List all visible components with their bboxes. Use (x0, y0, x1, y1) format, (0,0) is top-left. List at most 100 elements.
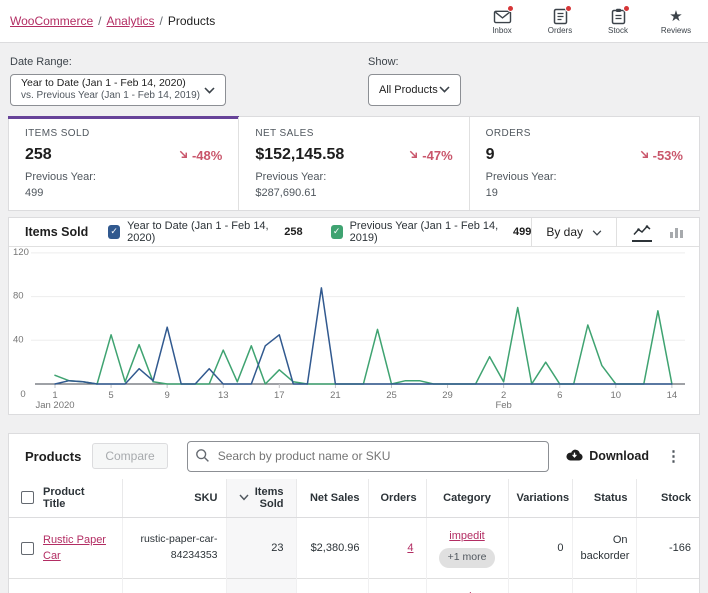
legend-item-previous[interactable]: ✓ Previous Year (Jan 1 - Feb 14, 2019) 499 (330, 219, 532, 244)
card-previous-year: Previous Year: $287,690.61 (255, 170, 452, 202)
column-header-variations[interactable]: Variations (507, 478, 572, 518)
chart-panel: Items Sold ✓ Year to Date (Jan 1 - Feb 14… (8, 216, 700, 415)
products-header: Products Compare Download ⋮ (9, 434, 699, 479)
breadcrumb-item-woocommerce[interactable]: WooCommerce (10, 14, 93, 28)
bar-chart-icon[interactable] (669, 222, 684, 242)
svg-text:21: 21 (330, 390, 341, 401)
svg-text:17: 17 (274, 390, 285, 401)
product-title-cell: Mediocre Cotton Table (9, 578, 122, 593)
card-prev-label: Previous Year: (25, 171, 96, 183)
top-bar: WooCommerce / Analytics / Products Inbox Orde… (0, 0, 708, 43)
checkbox-checked-icon: ✓ (330, 224, 343, 239)
breadcrumb-separator: / (98, 14, 102, 28)
chevron-down-icon (204, 81, 215, 99)
show-select[interactable]: All Products (368, 74, 461, 106)
stock-cell: -166 (635, 516, 699, 579)
card-label: NET SALES (255, 128, 314, 139)
column-header-category[interactable]: Category (425, 478, 508, 518)
column-header-net-sales[interactable]: Net Sales (295, 478, 368, 518)
column-header-stock[interactable]: Stock (635, 478, 699, 518)
date-range-select[interactable]: Year to Date (Jan 1 - Feb 14, 2020) vs. … (10, 74, 226, 106)
show-filter: Show: All Products (368, 56, 461, 106)
interval-select[interactable]: By day (531, 217, 616, 246)
column-header-label: Items Sold (254, 485, 284, 510)
chevron-down-icon (439, 84, 450, 96)
category-link[interactable]: impedit (449, 530, 484, 542)
card-prev-value: $287,690.61 (255, 186, 317, 199)
date-range-compare: vs. Previous Year (Jan 1 - Feb 14, 2019) (21, 90, 200, 102)
card-prev-label: Previous Year: (485, 171, 557, 183)
card-delta: -48% (178, 148, 222, 163)
trend-down-icon (178, 148, 189, 163)
summary-cards: ITEMS SOLD 258 -48% Previous Year: 499 NET SA… (7, 116, 700, 211)
summary-card-net-sales[interactable]: NET SALES $152,145.58 -47% Previous Year: $2… (238, 117, 468, 210)
select-all-checkbox[interactable] (21, 491, 34, 505)
table-row: Rustic Paper Car rustic-paper-car-8423435… (9, 516, 699, 579)
svg-text:Jan 2020: Jan 2020 (35, 400, 74, 411)
table-menu-icon[interactable]: ⋮ (660, 447, 687, 465)
compare-button[interactable]: Compare (92, 443, 168, 470)
sorted-header-cell: Items Sold (238, 485, 284, 510)
activity-orders[interactable]: Orders (540, 5, 580, 35)
activity-reviews[interactable]: ★ Reviews (656, 7, 696, 36)
table-body: Rustic Paper Car rustic-paper-car-8423435… (9, 516, 699, 593)
column-header-orders[interactable]: Orders (367, 478, 426, 518)
product-title-cell: Rustic Paper Car (9, 516, 122, 579)
search-input[interactable] (186, 440, 550, 472)
stock-icon (608, 5, 630, 25)
items-sold-cell: 23 (225, 516, 296, 579)
legend-label: Previous Year (Jan 1 - Feb 14, 2019) (349, 219, 499, 244)
card-value-row: $152,145.58 -47% (255, 146, 452, 164)
items-sold-chart: 40801200 1Jan 20205 9 13 17 21 25 29 2Feb6 10 14 (13, 247, 685, 411)
column-header-items-sold[interactable]: Items Sold (225, 478, 296, 518)
legend-label: Year to Date (Jan 1 - Feb 14, 2020) (127, 219, 269, 244)
header-title-cell: Product Title (21, 486, 110, 510)
card-prev-value: 19 (485, 186, 498, 199)
summary-card-orders[interactable]: ORDERS 9 -53% Previous Year: 19 (468, 117, 699, 210)
stock-cell: N/A (635, 578, 699, 593)
activity-stock[interactable]: Stock (598, 5, 638, 35)
unread-badge (623, 5, 630, 12)
products-table: Product Title SKU Items Sold Net Sales Order… (9, 478, 699, 593)
reviews-icon: ★ (669, 7, 683, 25)
svg-text:120: 120 (13, 247, 29, 258)
card-prev-value: 499 (25, 186, 44, 199)
product-search (186, 440, 550, 472)
category-more-badge[interactable]: +1 more (438, 548, 496, 569)
svg-text:13: 13 (218, 390, 229, 401)
summary-card-items-sold[interactable]: ITEMS SOLD 258 -48% Previous Year: 499 (7, 116, 240, 210)
show-value: All Products (379, 84, 438, 96)
net-sales-cell: $2,380.96 (295, 516, 368, 579)
card-delta-value: -53% (652, 147, 683, 163)
breadcrumb-item-analytics[interactable]: Analytics (106, 14, 154, 28)
download-icon (566, 449, 583, 464)
svg-text:Feb: Feb (495, 400, 511, 411)
unread-badge (507, 5, 514, 12)
net-sales-cell: $20,823.39 (295, 578, 368, 593)
legend-value: 499 (512, 225, 532, 238)
legend-item-current[interactable]: ✓ Year to Date (Jan 1 - Feb 14, 2020) 258 (108, 219, 303, 244)
column-header-status[interactable]: Status (571, 478, 636, 518)
column-header-sku[interactable]: SKU (121, 478, 226, 518)
show-label: Show: (368, 56, 399, 68)
row-checkbox[interactable] (21, 541, 34, 555)
svg-text:40: 40 (13, 334, 24, 345)
line-chart-icon[interactable] (632, 221, 652, 243)
date-range-filter: Date Range: Year to Date (Jan 1 - Feb 14… (10, 56, 226, 106)
svg-text:80: 80 (13, 290, 24, 301)
products-title: Products (25, 448, 82, 464)
activity-inbox[interactable]: Inbox (482, 5, 522, 35)
download-button[interactable]: Download (566, 449, 649, 464)
chart-header: Items Sold ✓ Year to Date (Jan 1 - Feb 14… (9, 217, 699, 247)
orders-cell: 4 (367, 516, 426, 579)
activity-label: Inbox (492, 26, 512, 35)
card-delta-value: -48% (191, 147, 223, 163)
column-header-product-title[interactable]: Product Title (9, 478, 122, 518)
product-link[interactable]: Rustic Paper Car (43, 532, 110, 565)
filters-row: Date Range: Year to Date (Jan 1 - Feb 14… (0, 43, 708, 116)
svg-text:25: 25 (386, 390, 397, 401)
breadcrumb: WooCommerce / Analytics / Products (10, 14, 215, 28)
orders-link[interactable]: 4 (407, 542, 413, 554)
orders-icon (550, 5, 572, 25)
status-cell: N/A (571, 578, 636, 593)
